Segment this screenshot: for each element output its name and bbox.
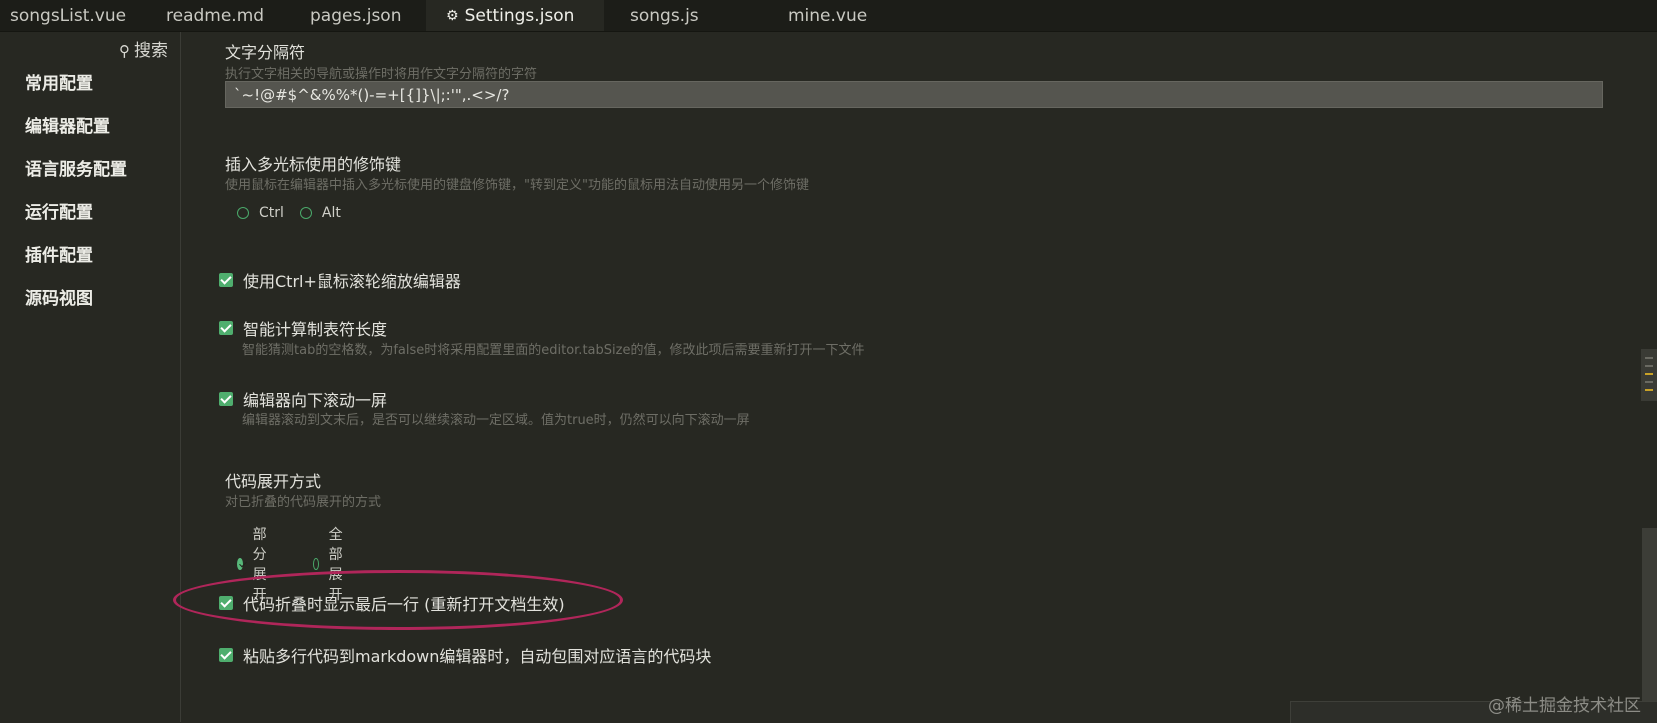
watermark: @稀土掘金技术社区 — [1488, 696, 1641, 716]
sidebar-item-language-service[interactable]: 语言服务配置 — [25, 155, 127, 180]
tab-bar: songsList.vue readme.md pages.json ⚙ Set… — [0, 0, 1657, 32]
tab-label: songsList.vue — [10, 5, 127, 26]
tab-songs-js[interactable]: songs.js — [604, 0, 756, 31]
setting-description: 执行文字相关的导航或操作时将用作文字分隔符的字符 — [225, 67, 538, 82]
setting-title: 代码展开方式 — [225, 472, 322, 491]
tab-readme-md[interactable]: readme.md — [152, 0, 294, 31]
radio-label: Alt — [321, 205, 341, 221]
setting-description: 使用鼠标在编辑器中插入多光标使用的键盘修饰键，"转到定义"功能的鼠标用法自动使用… — [225, 178, 809, 193]
multicursor-modifier-options: Ctrl Alt — [237, 205, 357, 221]
minimap-line — [1645, 373, 1653, 375]
setting-title: 文字分隔符 — [225, 43, 306, 62]
setting-description: 对已折叠的代码展开的方式 — [225, 495, 382, 510]
ctrl-wheel-zoom-checkbox[interactable] — [219, 273, 233, 287]
setting-description: 编辑器滚动到文末后，是否可以继续滚动一定区域。值为true时，仍然可以向下滚动一… — [242, 413, 750, 428]
minimap-line — [1645, 389, 1653, 391]
minimap-line — [1645, 357, 1653, 359]
settings-sidebar: ⚲ 搜索 常用配置 编辑器配置 语言服务配置 运行配置 插件配置 源码视图 — [0, 32, 181, 722]
scrollbar-thumb[interactable] — [1642, 528, 1657, 722]
radio-alt[interactable] — [299, 207, 312, 219]
word-separators-input[interactable] — [225, 81, 1603, 108]
sidebar-item-plugins[interactable]: 插件配置 — [25, 241, 93, 266]
sidebar-item-source-view[interactable]: 源码视图 — [25, 284, 93, 309]
minimap[interactable] — [1641, 349, 1657, 401]
markdown-paste-setting: 粘贴多行代码到markdown编辑器时，自动包围对应语言的代码块 — [219, 643, 711, 667]
tab-songslist-vue[interactable]: songsList.vue — [0, 0, 152, 31]
sidebar-item-common[interactable]: 常用配置 — [25, 69, 93, 94]
tab-label: Settings.json — [464, 5, 575, 26]
highlight-ellipse — [173, 570, 623, 630]
tab-label: readme.md — [166, 5, 265, 26]
tab-pages-json[interactable]: pages.json — [294, 0, 426, 31]
sidebar-item-editor[interactable]: 编辑器配置 — [25, 112, 110, 137]
checkbox-label: 粘贴多行代码到markdown编辑器时，自动包围对应语言的代码块 — [243, 647, 712, 666]
setting-description: 智能猜测tab的空格数，为false时将采用配置里面的editor.tabSiz… — [242, 343, 865, 358]
smart-tab-size-checkbox[interactable] — [219, 321, 233, 335]
search-label: 搜索 — [134, 41, 168, 61]
setting-title: 插入多光标使用的修饰键 — [225, 155, 402, 174]
radio-full-unfold[interactable] — [313, 558, 319, 570]
search-button[interactable]: ⚲ 搜索 — [119, 36, 168, 61]
tab-label: mine.vue — [788, 5, 868, 26]
checkbox-label: 使用Ctrl+鼠标滚轮缩放编辑器 — [243, 272, 461, 291]
tab-label: pages.json — [310, 5, 402, 26]
search-icon: ⚲ — [119, 42, 130, 60]
minimap-line — [1645, 365, 1653, 367]
radio-label: Ctrl — [259, 205, 284, 221]
markdown-paste-checkbox[interactable] — [219, 648, 233, 662]
radio-ctrl[interactable] — [237, 207, 249, 219]
ctrl-wheel-zoom-setting: 使用Ctrl+鼠标滚轮缩放编辑器 — [219, 268, 461, 292]
tab-settings-json[interactable]: ⚙ Settings.json — [426, 0, 604, 31]
scroll-beyond-setting: 编辑器向下滚动一屏 — [219, 387, 387, 411]
tab-mine-vue[interactable]: mine.vue — [756, 0, 916, 31]
checkbox-label: 编辑器向下滚动一屏 — [243, 391, 388, 410]
scroll-beyond-checkbox[interactable] — [219, 392, 233, 406]
minimap-line — [1645, 381, 1653, 383]
gear-icon: ⚙ — [446, 7, 459, 24]
tab-label: songs.js — [630, 5, 699, 26]
checkbox-label: 智能计算制表符长度 — [243, 320, 388, 339]
radio-partial-unfold[interactable] — [237, 558, 243, 570]
sidebar-item-run[interactable]: 运行配置 — [25, 198, 93, 223]
smart-tab-size-setting: 智能计算制表符长度 — [219, 316, 387, 340]
